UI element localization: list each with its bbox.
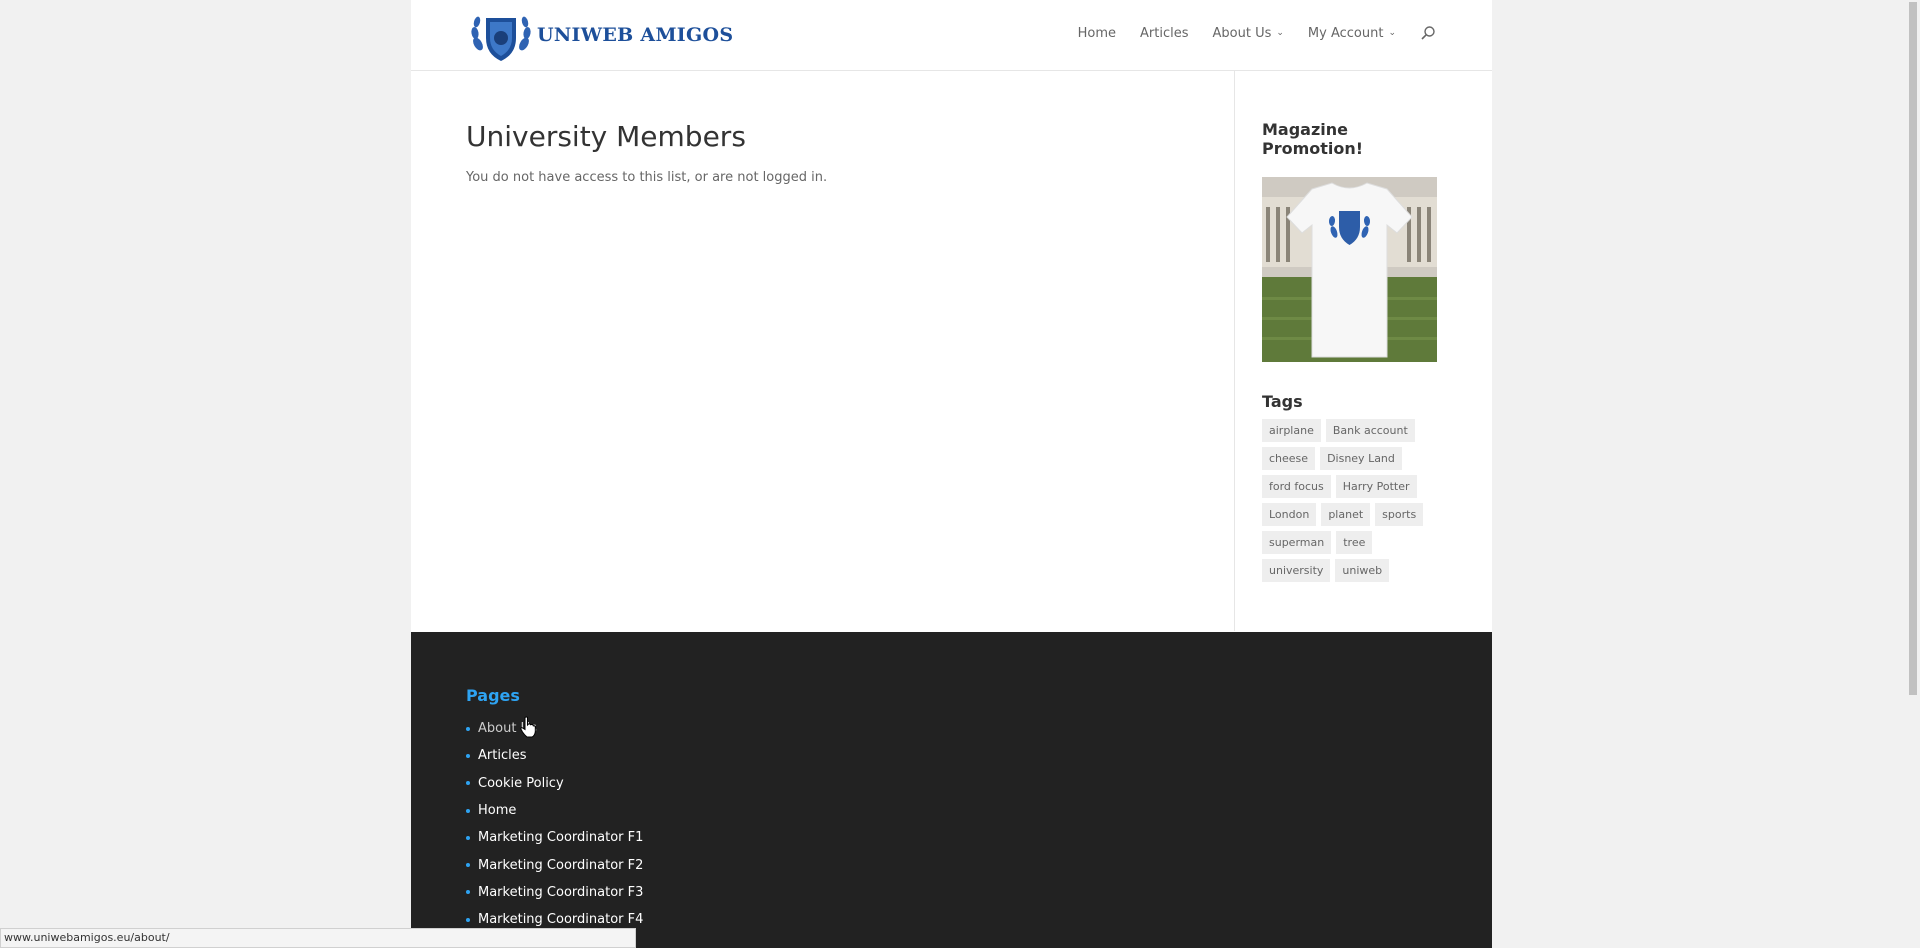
- tag-link[interactable]: uniweb: [1335, 559, 1390, 582]
- footer-pages-list: About Us Articles Cookie Policy Home Mar…: [466, 715, 643, 933]
- footer-link-articles[interactable]: Articles: [466, 742, 643, 769]
- footer-link-cookie-policy[interactable]: Cookie Policy: [466, 770, 643, 797]
- tag-link[interactable]: London: [1262, 503, 1317, 526]
- bullet-icon: [466, 890, 470, 895]
- nav-articles-label: Articles: [1140, 25, 1189, 41]
- tag-link[interactable]: Bank account: [1325, 419, 1415, 442]
- nav-home-label: Home: [1077, 25, 1117, 41]
- hand-cursor-icon: [520, 716, 536, 738]
- tag-link[interactable]: cheese: [1262, 447, 1316, 470]
- status-bar-url: www.uniwebamigos.eu/about/: [0, 928, 636, 948]
- chevron-down-icon: ⌄: [1388, 28, 1396, 38]
- bullet-icon: [466, 863, 470, 868]
- promo-image[interactable]: [1262, 177, 1437, 362]
- search-icon[interactable]: [1420, 25, 1436, 41]
- tag-link[interactable]: Disney Land: [1320, 447, 1402, 470]
- chevron-down-icon: ⌄: [1276, 28, 1284, 38]
- page-scrollbar[interactable]: [1906, 0, 1920, 948]
- footer-link-marketing-f1[interactable]: Marketing Coordinator F1: [466, 824, 643, 851]
- nav-my-account[interactable]: My Account ⌄: [1308, 26, 1396, 41]
- bullet-icon: [466, 781, 470, 786]
- footer-link-label: Cookie Policy: [478, 775, 564, 791]
- scrollbar-thumb[interactable]: [1909, 2, 1917, 695]
- tag-link[interactable]: university: [1262, 559, 1331, 582]
- sidebar: Magazine Promotion! Tags airplane Bank a…: [1262, 120, 1442, 587]
- nav-about-us-label: About Us: [1212, 25, 1272, 41]
- nav-about-us[interactable]: About Us ⌄: [1213, 26, 1284, 41]
- tag-link[interactable]: superman: [1262, 531, 1332, 554]
- page-container: UNIWEB AMIGOS Home Articles About Us ⌄ My…: [411, 0, 1492, 948]
- footer-link-label: Marketing Coordinator F1: [478, 830, 644, 846]
- tag-link[interactable]: sports: [1375, 503, 1424, 526]
- bullet-icon: [466, 753, 470, 758]
- footer-link-label: Articles: [478, 748, 527, 764]
- nav-articles[interactable]: Articles: [1140, 26, 1188, 41]
- bullet-icon: [466, 917, 470, 922]
- footer-link-home[interactable]: Home: [466, 797, 643, 824]
- tag-link[interactable]: tree: [1336, 531, 1373, 554]
- page-title: University Members: [466, 120, 746, 153]
- bullet-icon: [466, 835, 470, 840]
- tag-link[interactable]: airplane: [1262, 419, 1321, 442]
- site-footer: Pages About Us Articles Cookie Policy Ho…: [411, 632, 1492, 948]
- promo-tshirt-image: [1262, 177, 1437, 362]
- tag-link[interactable]: ford focus: [1262, 475, 1331, 498]
- footer-link-label: Marketing Coordinator F2: [478, 857, 644, 873]
- main-nav: Home Articles About Us ⌄ My Account ⌄: [1054, 25, 1436, 41]
- logo-text: UNIWEB AMIGOS: [537, 24, 734, 46]
- footer-link-marketing-f2[interactable]: Marketing Coordinator F2: [466, 851, 643, 878]
- footer-link-marketing-f3[interactable]: Marketing Coordinator F3: [466, 879, 643, 906]
- bullet-icon: [466, 808, 470, 813]
- nav-my-account-label: My Account: [1307, 25, 1384, 41]
- footer-link-label: Home: [478, 803, 517, 819]
- crest-logo-icon: [471, 16, 531, 61]
- footer-link-label: Marketing Coordinator F3: [478, 884, 644, 900]
- footer-link-label: Marketing Coordinator F4: [478, 912, 644, 928]
- sidebar-divider: [1234, 71, 1235, 631]
- tag-cloud: airplane Bank account cheese Disney Land…: [1262, 419, 1442, 587]
- site-header: UNIWEB AMIGOS Home Articles About Us ⌄ My…: [411, 0, 1492, 71]
- promo-widget-title: Magazine Promotion!: [1262, 120, 1364, 158]
- bullet-icon: [466, 726, 470, 731]
- main-content: University Members You do not have acces…: [466, 118, 1166, 185]
- nav-home[interactable]: Home: [1078, 26, 1116, 41]
- footer-link-about-us[interactable]: About Us: [466, 715, 643, 742]
- site-logo[interactable]: UNIWEB AMIGOS: [468, 6, 733, 64]
- tag-link[interactable]: planet: [1321, 503, 1371, 526]
- footer-pages-title: Pages: [466, 686, 520, 705]
- access-notice: You do not have access to this list, or …: [466, 170, 828, 185]
- tag-link[interactable]: Harry Potter: [1335, 475, 1417, 498]
- tags-widget-title: Tags: [1262, 392, 1303, 411]
